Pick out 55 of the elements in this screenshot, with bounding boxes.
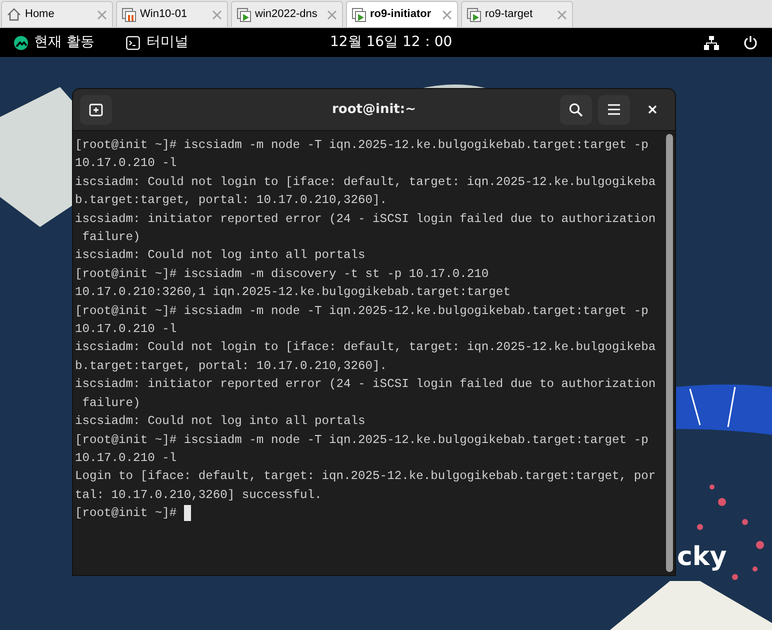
network-icon[interactable] xyxy=(704,36,719,50)
tab-label: win2022-dns xyxy=(255,7,318,22)
paused-vm-icon xyxy=(122,8,136,22)
vm-tab[interactable]: win2022-dns xyxy=(231,1,343,27)
terminal-line: tal: 10.17.0.210,3260] successful. xyxy=(75,486,322,504)
terminal-line: 10.17.0.210:3260,1 iqn.2025-12.ke.bulgogikebab.target:target xyxy=(75,284,510,302)
terminal-line: iscsiadm: Could not log into all portals xyxy=(75,247,366,264)
terminal-icon xyxy=(126,36,140,50)
vm-tab[interactable]: ro9-target xyxy=(461,1,573,27)
terminal-line: b.target:target, portal: 10.17.0.210,3260]. xyxy=(75,192,388,210)
terminal-line: [root@init ~]# iscsiadm -m node -T iqn.2025-12.ke.bulgogikebab.target:target -p xyxy=(75,302,648,320)
terminal-line: [root@init ~]# xyxy=(75,505,178,522)
power-icon[interactable] xyxy=(743,35,758,50)
new-tab-button[interactable] xyxy=(80,94,112,124)
terminal-line: iscsiadm: initiator reported error (24 - iSCSI login failed due to authorization xyxy=(75,210,656,228)
terminal-line: Login to [iface: default, target: iqn.2025-12.ke.bulgogikebab.target:target, por xyxy=(75,468,656,486)
window-title: root@init:~ xyxy=(332,100,416,119)
vm-tab[interactable]: ro9-initiator xyxy=(346,1,458,27)
running-vm-icon xyxy=(467,8,481,22)
tab-label: ro9-initiator xyxy=(370,7,432,22)
terminal-line: iscsiadm: Could not login to [iface: default, target: iqn.2025-12.ke.bulgogikeba xyxy=(75,174,656,191)
tab-label: ro9-target xyxy=(485,7,533,22)
terminal-line: [root@init ~]# iscsiadm -m node -T iqn.2025-12.ke.bulgogikebab.target:target -p xyxy=(75,432,648,448)
close-icon xyxy=(648,105,656,114)
search-icon xyxy=(569,102,583,116)
new-tab-icon xyxy=(89,102,103,116)
terminal-line: failure) xyxy=(81,229,140,246)
terminal-line: iscsiadm: Could not login to [iface: default, target: iqn.2025-12.ke.bulgogikeba xyxy=(75,339,656,356)
terminal-line: 10.17.0.210 -l xyxy=(75,155,177,172)
app-menu[interactable]: 터미널 xyxy=(126,32,188,53)
terminal-line: failure) xyxy=(81,394,140,412)
tab-label: Home xyxy=(25,7,54,22)
tab-label: Win10-01 xyxy=(140,7,188,22)
vm-tab[interactable]: Win10-01 xyxy=(116,1,228,27)
terminal-line: [root@init ~]# iscsiadm -m discovery -t st -p 10.17.0.210 xyxy=(75,266,489,283)
menu-icon xyxy=(608,104,620,115)
home-icon xyxy=(7,8,21,21)
cursor xyxy=(184,505,191,522)
wallpaper-logo-text: cky xyxy=(677,544,727,570)
menu-button[interactable] xyxy=(598,94,630,124)
activities-button[interactable]: 현재 활동 xyxy=(14,32,94,53)
vm-tab[interactable]: Home xyxy=(1,1,113,27)
terminal-line: iscsiadm: Could not log into all portals xyxy=(75,413,366,430)
search-button[interactable] xyxy=(560,94,592,124)
terminal-line: iscsiadm: initiator reported error (24 - iSCSI login failed due to authorization xyxy=(75,376,656,394)
running-vm-icon xyxy=(237,8,251,22)
logo-icon xyxy=(14,36,28,50)
terminal-line: b.target:target, portal: 10.17.0.210,3260]. xyxy=(75,358,388,375)
terminal-line: 10.17.0.210 -l xyxy=(75,321,177,338)
terminal-line: [root@init ~]# iscsiadm -m node -T iqn.2025-12.ke.bulgogikebab.target:target -p xyxy=(75,137,648,154)
clock[interactable]: 12월 16일 12：00 xyxy=(330,32,452,53)
terminal-line: 10.17.0.210 -l xyxy=(75,450,177,467)
scrollbar-thumb[interactable] xyxy=(666,134,672,572)
running-vm-icon xyxy=(352,8,366,22)
close-icon[interactable] xyxy=(442,10,452,20)
